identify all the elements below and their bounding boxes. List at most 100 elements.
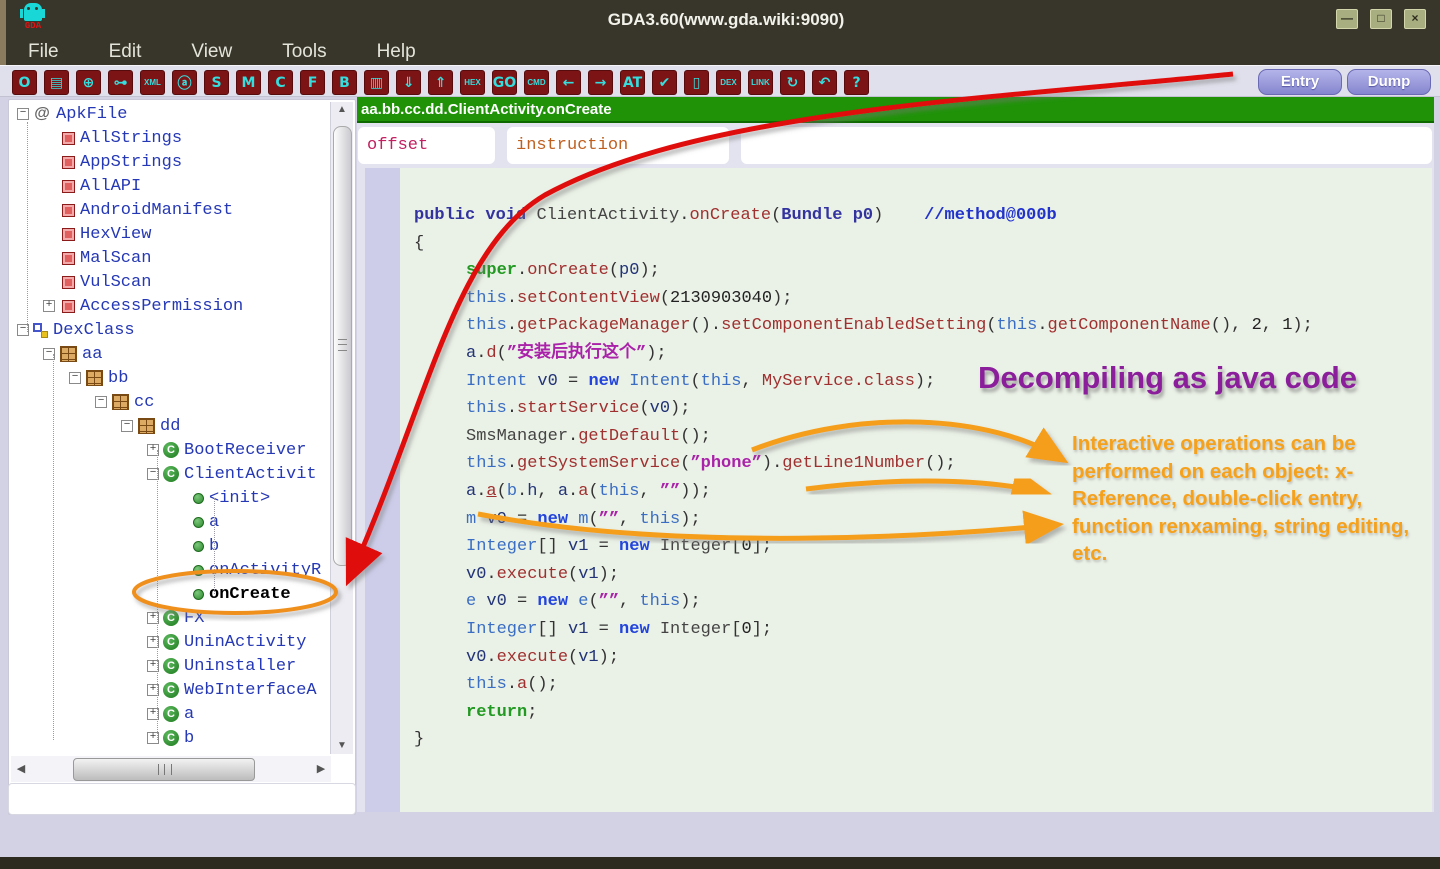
tree-item-clientactivit[interactable]: −CClientActivit (9, 462, 331, 486)
tree-item-allstrings[interactable]: AllStrings (9, 126, 331, 150)
toolbar-export-down-button[interactable]: ⇓ (396, 70, 421, 95)
code-line: this.setContentView(2130903040); (414, 285, 1432, 313)
thumb-grip (338, 339, 347, 351)
menu-help[interactable]: Help (377, 41, 416, 63)
tree-item-b[interactable]: b (9, 534, 331, 558)
tree-item-a[interactable]: a (9, 510, 331, 534)
toolbar-refresh-button[interactable]: ↻ (780, 70, 805, 95)
tree-item-label: VulScan (80, 273, 151, 292)
tree-item--init-[interactable]: <init> (9, 486, 331, 510)
item-icon (62, 276, 75, 289)
tree-item-dd[interactable]: −dd (9, 414, 331, 438)
toolbar-report-button[interactable]: ▯ (684, 70, 709, 95)
tree-item-label: WebInterfaceA (184, 681, 317, 700)
menu-edit[interactable]: Edit (109, 41, 142, 63)
tree-item-vulscan[interactable]: VulScan (9, 270, 331, 294)
toolbar-at-button[interactable]: AT (620, 70, 645, 95)
tree-item-aa[interactable]: −aa (9, 342, 331, 366)
maximize-button[interactable]: □ (1370, 9, 1392, 29)
code-line: public void ClientActivity.onCreate(Bund… (414, 202, 1432, 230)
scroll-right-icon[interactable]: ▶ (313, 756, 329, 782)
tree-item-malscan[interactable]: MalScan (9, 246, 331, 270)
tree-item-dexclass[interactable]: −DexClass (9, 318, 331, 342)
tree-item-onactivityr[interactable]: onActivityR (9, 558, 331, 582)
tree-item-webinterfacea[interactable]: +CWebInterfaceA (9, 678, 331, 702)
tree-vertical-scrollbar[interactable]: ▲ ▼ (330, 102, 353, 754)
tree-item-androidmanifest[interactable]: AndroidManifest (9, 198, 331, 222)
toolbar-help-button[interactable]: ? (844, 70, 869, 95)
toolbar-undo-button[interactable]: ↶ (812, 70, 837, 95)
toolbar-back-button[interactable]: ← (556, 70, 581, 95)
item-icon (62, 180, 75, 193)
toolbar-open-button[interactable]: O (12, 70, 37, 95)
toolbar-search-button[interactable]: ⊕ (76, 70, 101, 95)
toolbar-bookmark-button[interactable]: ✔ (652, 70, 677, 95)
tree-item-label: AllAPI (80, 177, 141, 196)
tree-item-a[interactable]: +Ca (9, 702, 331, 726)
scrollbar-thumb[interactable] (333, 126, 352, 566)
toolbar-android-button[interactable]: ⓐ (172, 70, 197, 95)
toolbar-strings-button[interactable]: S (204, 70, 229, 95)
toolbar-methods-button[interactable]: M (236, 70, 261, 95)
dump-button[interactable]: Dump (1347, 69, 1431, 95)
tree-item-appstrings[interactable]: AppStrings (9, 150, 331, 174)
toolbar-install-button[interactable]: ⇑ (428, 70, 453, 95)
toolbar-cmd-button[interactable]: CMD (524, 70, 549, 95)
collapse-toggle-icon[interactable]: − (121, 420, 133, 432)
collapse-toggle-icon[interactable]: − (95, 396, 107, 408)
tree-item-uninactivity[interactable]: +CUninActivity (9, 630, 331, 654)
toolbar-go-button[interactable]: GO (492, 70, 517, 95)
toolbar-fields-button[interactable]: F (300, 70, 325, 95)
expand-toggle-icon[interactable]: + (43, 300, 55, 312)
scroll-up-icon[interactable]: ▲ (331, 102, 353, 118)
tree-item-uninstaller[interactable]: +CUninstaller (9, 654, 331, 678)
method-icon (193, 565, 204, 576)
package-icon (86, 370, 103, 386)
collapse-toggle-icon[interactable]: − (69, 372, 81, 384)
entry-button[interactable]: Entry (1258, 69, 1342, 95)
tree-item-oncreate[interactable]: onCreate (9, 582, 331, 606)
package-icon (60, 346, 77, 362)
toolbar-classes-button[interactable]: C (268, 70, 293, 95)
tree-item-apkfile[interactable]: −@ApkFile (9, 102, 331, 126)
tree-item-cc[interactable]: −cc (9, 390, 331, 414)
column-header-row: offset instruction (357, 123, 1434, 168)
close-button[interactable]: × (1404, 9, 1426, 29)
tree-horizontal-scrollbar[interactable]: ◀ ▶ (11, 756, 331, 782)
code-line: e v0 = new e(””, this); (414, 588, 1432, 616)
item-icon (62, 228, 75, 241)
toolbar-link-button[interactable]: LINK (748, 70, 773, 95)
menu-tools[interactable]: Tools (282, 41, 326, 63)
toolbar-xml-button[interactable]: XML (140, 70, 165, 95)
dex-icon (33, 323, 48, 338)
tree-item-fx[interactable]: +CFX (9, 606, 331, 630)
instruction-column-header[interactable]: instruction (507, 127, 729, 164)
toolbar-hex-button[interactable]: HEX (460, 70, 485, 95)
tree-item-b[interactable]: +Cb (9, 726, 331, 750)
tree-item-bootreceiver[interactable]: +CBootReceiver (9, 438, 331, 462)
class-icon: C (163, 706, 179, 722)
scroll-down-icon[interactable]: ▼ (331, 738, 353, 754)
extra-column-header[interactable] (741, 127, 1432, 164)
tree-item-accesspermission[interactable]: +AccessPermission (9, 294, 331, 318)
offset-column-header[interactable]: offset (358, 127, 495, 164)
tree-item-hexview[interactable]: HexView (9, 222, 331, 246)
toolbar-forward-button[interactable]: → (588, 70, 613, 95)
titlebar: GDA GDA3.60(www.gda.wiki:9090) —□× (0, 0, 1440, 38)
decompile-header: aa.bb.cc.dd.ClientActivity.onCreate (357, 97, 1434, 123)
menu-view[interactable]: View (191, 41, 232, 63)
toolbar-save-button[interactable]: ▤ (44, 70, 69, 95)
tree-item-label: ClientActivit (184, 465, 317, 484)
minimize-button[interactable]: — (1336, 9, 1358, 29)
toolbar-bytecode-button[interactable]: B (332, 70, 357, 95)
scroll-left-icon[interactable]: ◀ (13, 756, 29, 782)
collapse-toggle-icon[interactable]: − (17, 108, 29, 120)
toolbar-dex-button[interactable]: DEX (716, 70, 741, 95)
toolbar-icons: O ▤ ⊕ ⊶ XML ⓐ SMCFB ▥ ⇓ ⇑ HEX GO CMD ← → AT ✔ ▯ DEX LINK ↻ ↶? (12, 70, 869, 95)
menu-file[interactable]: File (28, 41, 59, 63)
tree-item-allapi[interactable]: AllAPI (9, 174, 331, 198)
tree-item-bb[interactable]: −bb (9, 366, 331, 390)
scrollbar-thumb[interactable] (73, 758, 255, 781)
toolbar-tree-view-button[interactable]: ▥ (364, 70, 389, 95)
toolbar-key-button[interactable]: ⊶ (108, 70, 133, 95)
